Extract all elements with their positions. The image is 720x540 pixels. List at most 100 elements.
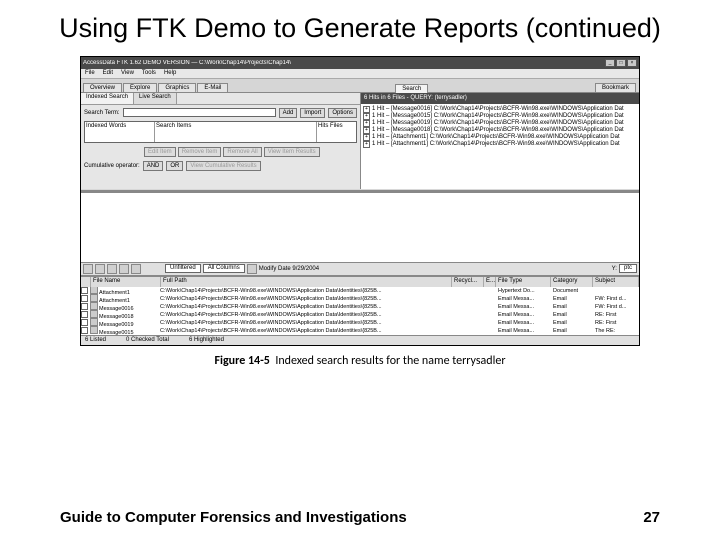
- lower-toolbar: Unfiltered All Columns Modify Date 9/29/…: [81, 262, 639, 276]
- expand-icon[interactable]: +: [363, 113, 370, 120]
- or-button[interactable]: OR: [166, 161, 183, 171]
- filter-icon[interactable]: [247, 264, 257, 274]
- th-filetype[interactable]: File Type: [496, 277, 551, 287]
- edit-item-button[interactable]: Edit Item: [144, 147, 176, 157]
- cumulative-label: Cumulative operator:: [84, 163, 140, 169]
- menubar: File Edit View Tools Help: [81, 69, 639, 79]
- options-button[interactable]: Options: [328, 108, 357, 118]
- content-viewer: [81, 192, 639, 262]
- table-row[interactable]: Attachment1C:\Work\Chap14\Projects\BCFR-…: [81, 295, 639, 303]
- columns-select[interactable]: All Columns: [203, 264, 245, 273]
- search-term-label: Search Term:: [84, 110, 120, 116]
- row-checkbox[interactable]: [81, 295, 88, 302]
- tab-overview[interactable]: Overview: [83, 83, 122, 92]
- row-checkbox[interactable]: [81, 303, 88, 310]
- add-button[interactable]: Add: [279, 108, 298, 118]
- maximize-button[interactable]: □: [616, 59, 626, 67]
- table-row[interactable]: Message0018C:\Work\Chap14\Projects\BCFR-…: [81, 311, 639, 319]
- tree-row: +1 Hit – [Attachment1] C:\Work\Chap14\Pr…: [363, 141, 637, 148]
- tool-icon[interactable]: [119, 264, 129, 274]
- tool-icon[interactable]: [131, 264, 141, 274]
- row-checkbox[interactable]: [81, 311, 88, 318]
- th-check[interactable]: [81, 277, 91, 287]
- file-table: File Name Full Path Recycl... E... File …: [81, 276, 639, 335]
- row-checkbox[interactable]: [81, 287, 88, 294]
- th-recycl[interactable]: Recycl...: [452, 277, 484, 287]
- tree-row: +1 Hit – [Message0019] C:\Work\Chap14\Pr…: [363, 120, 637, 127]
- th-e[interactable]: E...: [484, 277, 496, 287]
- expand-icon[interactable]: +: [363, 106, 370, 113]
- view-cumulative-button[interactable]: View Cumulative Results: [186, 161, 260, 171]
- search-list[interactable]: Indexed Words Search Items Hits Files: [84, 121, 357, 143]
- menu-file[interactable]: File: [85, 70, 95, 76]
- file-icon: [90, 302, 98, 310]
- th-filename[interactable]: File Name: [91, 277, 161, 287]
- th-subject[interactable]: Subject: [593, 277, 639, 287]
- table-header: File Name Full Path Recycl... E... File …: [81, 277, 639, 287]
- status-checked: 0 Checked Total: [126, 337, 169, 343]
- tab-explore[interactable]: Explore: [123, 83, 157, 92]
- th-category[interactable]: Category: [551, 277, 593, 287]
- tree-row: +1 Hit – [Message0016] C:\Work\Chap14\Pr…: [363, 106, 637, 113]
- expand-icon[interactable]: +: [363, 141, 370, 148]
- filter-select[interactable]: Unfiltered: [165, 264, 201, 273]
- modify-label: Modify Date 9/29/2004: [259, 266, 319, 272]
- col-search-items: Search Items: [156, 123, 191, 129]
- main-tabs: Overview Explore Graphics E-Mail Search …: [81, 79, 639, 93]
- results-panel: 6 Hits in 6 Files - QUERY: (terrysadler)…: [361, 93, 639, 189]
- expand-icon[interactable]: +: [363, 134, 370, 141]
- file-icon: [90, 326, 98, 334]
- row-checkbox[interactable]: [81, 327, 88, 334]
- col-indexed-words: Indexed Words: [85, 122, 155, 142]
- col-files: Files: [330, 123, 343, 129]
- menu-help[interactable]: Help: [164, 70, 176, 76]
- ptc-select[interactable]: ptc: [619, 264, 637, 273]
- tree-row: +1 Hit – [Message0018] C:\Work\Chap14\Pr…: [363, 127, 637, 134]
- table-row[interactable]: Message0019C:\Work\Chap14\Projects\BCFR-…: [81, 319, 639, 327]
- row-checkbox[interactable]: [81, 319, 88, 326]
- menu-edit[interactable]: Edit: [103, 70, 113, 76]
- search-term-input[interactable]: [123, 108, 276, 117]
- import-button[interactable]: Import: [300, 108, 325, 118]
- window-title: AccessData FTK 1.62 DEMO VERSION — C:\Wo…: [83, 60, 291, 66]
- results-tree[interactable]: +1 Hit – [Message0016] C:\Work\Chap14\Pr…: [361, 104, 639, 189]
- file-icon: [90, 310, 98, 318]
- file-icon: [90, 287, 98, 294]
- expand-icon[interactable]: +: [363, 127, 370, 134]
- minimize-button[interactable]: _: [605, 59, 615, 67]
- tool-icon[interactable]: [107, 264, 117, 274]
- slide-footer: Guide to Computer Forensics and Investig…: [0, 509, 720, 526]
- tab-bookmark[interactable]: Bookmark: [595, 83, 636, 92]
- table-row[interactable]: Message0015C:\Work\Chap14\Projects\BCFR-…: [81, 327, 639, 335]
- table-row[interactable]: Attachment1C:\Work\Chap14\Projects\BCFR-…: [81, 287, 639, 295]
- table-row[interactable]: Message0016C:\Work\Chap14\Projects\BCFR-…: [81, 303, 639, 311]
- slide-title: Using FTK Demo to Generate Reports (cont…: [20, 12, 700, 46]
- file-icon: [90, 318, 98, 326]
- menu-view[interactable]: View: [121, 70, 134, 76]
- and-button[interactable]: AND: [143, 161, 164, 171]
- remove-all-button[interactable]: Remove All: [223, 147, 261, 157]
- remove-item-button[interactable]: Remove Item: [178, 147, 222, 157]
- footer-text: Guide to Computer Forensics and Investig…: [60, 509, 407, 526]
- tree-row: +1 Hit – [Attachment1] C:\Work\Chap14\Pr…: [363, 134, 637, 141]
- tab-search[interactable]: Search: [395, 84, 428, 93]
- tree-row: +1 Hit – [Message0015] C:\Work\Chap14\Pr…: [363, 113, 637, 120]
- close-button[interactable]: ×: [627, 59, 637, 67]
- titlebar[interactable]: AccessData FTK 1.62 DEMO VERSION — C:\Wo…: [81, 57, 639, 69]
- tool-icon[interactable]: [95, 264, 105, 274]
- tab-email[interactable]: E-Mail: [197, 83, 228, 92]
- menu-tools[interactable]: Tools: [142, 70, 156, 76]
- th-fullpath[interactable]: Full Path: [161, 277, 452, 287]
- figure-caption: Figure 14-5 Indexed search results for t…: [20, 354, 700, 368]
- status-highlighted: 6 Highlighted: [189, 337, 224, 343]
- tab-graphics[interactable]: Graphics: [158, 83, 196, 92]
- tool-icon[interactable]: [83, 264, 93, 274]
- subtab-live[interactable]: Live Search: [134, 93, 177, 104]
- y-label: Y:: [612, 266, 617, 272]
- expand-icon[interactable]: +: [363, 120, 370, 127]
- view-item-results-button[interactable]: View Item Results: [264, 147, 320, 157]
- results-header: 6 Hits in 6 Files - QUERY: (terrysadler): [361, 93, 639, 104]
- file-icon: [90, 294, 98, 302]
- subtab-indexed[interactable]: Indexed Search: [81, 93, 134, 104]
- table-body[interactable]: Attachment1C:\Work\Chap14\Projects\BCFR-…: [81, 287, 639, 335]
